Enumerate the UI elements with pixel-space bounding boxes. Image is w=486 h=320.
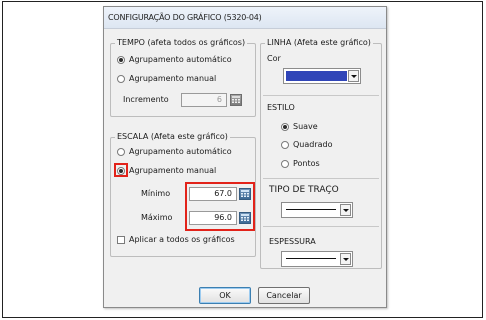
title-bar[interactable]: CONFIGURAÇÃO DO GRÁFICO (5320-04) (104, 7, 386, 29)
style-option-quadrado[interactable]: Quadrado (281, 140, 333, 149)
tempo-auto-radio[interactable] (117, 55, 125, 64)
escala-legend: ESCALA (Afeta este gráfico) (115, 132, 230, 141)
thickness-select[interactable] (281, 251, 353, 267)
trace-type-title: TIPO DE TRAÇO (269, 185, 339, 195)
escala-manual-option[interactable]: Agrupamento manual (117, 166, 216, 175)
manual-radio-highlight (114, 163, 128, 177)
tempo-manual-option[interactable]: Agrupamento manual (117, 74, 216, 83)
style-quadrado-radio[interactable] (281, 140, 289, 149)
tempo-auto-label: Agrupamento automático (129, 55, 232, 64)
tempo-group: TEMPO (afeta todos os gráficos) Agrupame… (110, 38, 256, 117)
style-pontos-radio[interactable] (281, 159, 289, 168)
tempo-legend: TEMPO (afeta todos os gráficos) (115, 38, 248, 47)
escala-group: ESCALA (Afeta este gráfico) Agrupamento … (110, 132, 256, 257)
color-label: Cor (267, 54, 281, 63)
escala-auto-radio[interactable] (117, 147, 125, 156)
min-max-highlight (185, 182, 255, 231)
thickness-title: ESPESSURA (269, 237, 316, 246)
escala-auto-label: Agrupamento automático (129, 147, 232, 156)
linha-legend: LINHA (Afeta este gráfico) (265, 38, 373, 47)
separator (263, 226, 379, 227)
tempo-manual-radio[interactable] (117, 74, 125, 83)
color-select[interactable] (283, 68, 361, 84)
style-title: ESTILO (267, 103, 295, 112)
escala-auto-option[interactable]: Agrupamento automático (117, 147, 232, 156)
increment-label: Incremento (123, 95, 169, 104)
apply-all-option[interactable]: Aplicar a todos os gráficos (117, 235, 235, 244)
tempo-manual-label: Agrupamento manual (129, 74, 217, 83)
color-swatch (286, 71, 347, 81)
max-label: Máximo (141, 213, 173, 222)
trace-type-select[interactable] (281, 202, 353, 218)
trace-dropdown-arrow-icon[interactable] (340, 204, 351, 216)
increment-field[interactable]: 6 (181, 93, 227, 107)
thickness-dropdown-arrow-icon[interactable] (340, 253, 351, 265)
dialog-title: CONFIGURAÇÃO DO GRÁFICO (5320-04) (108, 13, 262, 22)
trace-solid-line (286, 209, 336, 210)
style-suave-label: Suave (293, 122, 318, 131)
tempo-auto-option[interactable]: Agrupamento automático (117, 55, 232, 64)
increment-calculator-icon[interactable] (230, 94, 242, 106)
thickness-line (286, 258, 336, 259)
style-suave-radio[interactable] (281, 122, 289, 131)
apply-all-checkbox[interactable] (117, 235, 125, 244)
chart-config-dialog: CONFIGURAÇÃO DO GRÁFICO (5320-04) TEMPO … (103, 6, 387, 308)
style-quadrado-label: Quadrado (293, 140, 333, 149)
style-pontos-label: Pontos (293, 159, 320, 168)
escala-manual-label: Agrupamento manual (129, 166, 217, 175)
separator (263, 178, 379, 179)
color-dropdown-arrow-icon[interactable] (348, 70, 359, 82)
separator (263, 95, 379, 96)
ok-button[interactable]: OK (199, 287, 251, 304)
apply-all-label: Aplicar a todos os gráficos (129, 235, 235, 244)
style-option-suave[interactable]: Suave (281, 122, 318, 131)
linha-group: LINHA (Afeta este gráfico) Cor ESTILO Su… (260, 38, 382, 269)
style-option-pontos[interactable]: Pontos (281, 159, 320, 168)
min-label: Mínimo (141, 189, 171, 198)
cancel-button[interactable]: Cancelar (258, 287, 310, 304)
